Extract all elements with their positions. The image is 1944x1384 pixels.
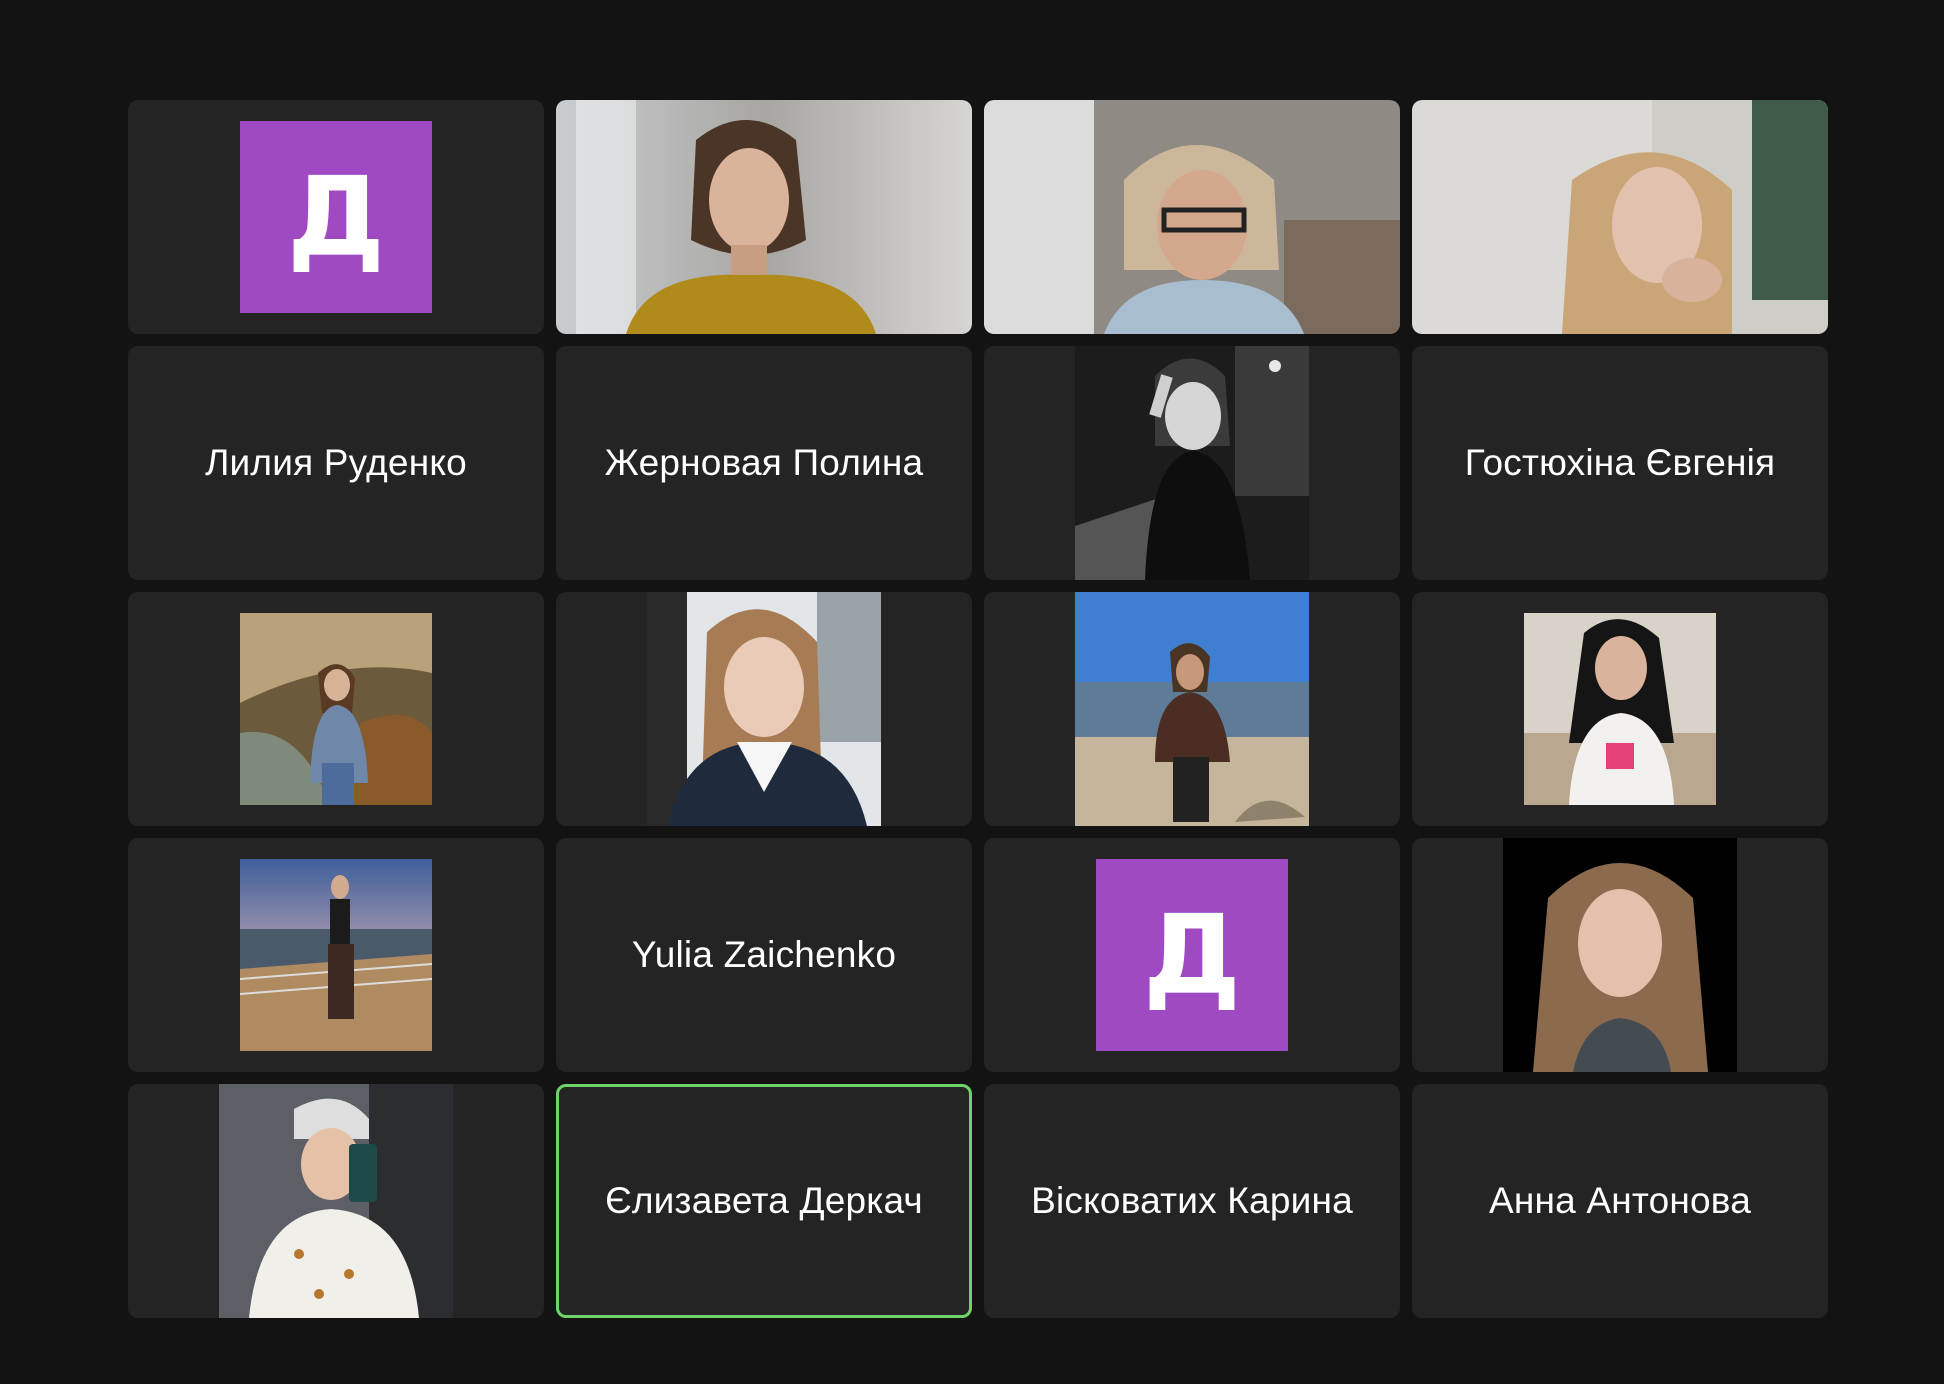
- participant-name: Лилия Руденко: [205, 442, 467, 483]
- participant-video-tile[interactable]: [556, 100, 972, 334]
- participant-tile[interactable]: Гостюхіна Євгенія: [1412, 346, 1828, 580]
- participant-photo: [1524, 613, 1716, 805]
- participant-tile[interactable]: [556, 592, 972, 826]
- participant-photo: [240, 859, 432, 1051]
- participant-tile[interactable]: Д: [128, 100, 544, 334]
- participant-tile[interactable]: Вісковатих Карина: [984, 1084, 1400, 1318]
- participant-name: Вісковатих Карина: [1031, 1180, 1353, 1221]
- participant-name: Єлизавета Деркач: [605, 1180, 923, 1221]
- participant-video-tile[interactable]: [984, 100, 1400, 334]
- participant-name: Yulia Zaichenko: [631, 934, 897, 975]
- initial-avatar: Д: [240, 121, 432, 313]
- participant-tile[interactable]: Анна Антонова: [1412, 1084, 1828, 1318]
- avatar-initial: Д: [287, 153, 385, 281]
- participant-photo: [1075, 346, 1309, 580]
- participant-tile[interactable]: [128, 592, 544, 826]
- participant-tile[interactable]: [1412, 838, 1828, 1072]
- participant-video-tile[interactable]: [1412, 100, 1828, 334]
- participant-name: Гостюхіна Євгенія: [1464, 442, 1776, 483]
- participant-tile[interactable]: Лилия Руденко: [128, 346, 544, 580]
- avatar-initial: Д: [1143, 891, 1241, 1019]
- initial-avatar: Д: [1096, 859, 1288, 1051]
- gallery-grid: Д Лилия Руденко Жерновая Полина Гостюхін…: [128, 100, 1828, 1318]
- participant-tile[interactable]: [128, 1084, 544, 1318]
- participant-tile[interactable]: [1412, 592, 1828, 826]
- participant-photo: [1503, 838, 1737, 1072]
- active-speaker-tile[interactable]: Єлизавета Деркач: [556, 1084, 972, 1318]
- participant-name: Жерновая Полина: [604, 442, 924, 483]
- participant-photo: [1075, 592, 1309, 826]
- participant-tile[interactable]: Yulia Zaichenko: [556, 838, 972, 1072]
- participant-video: [1412, 100, 1828, 334]
- participant-tile[interactable]: [128, 838, 544, 1072]
- participant-name: Анна Антонова: [1488, 1180, 1752, 1221]
- participant-photo: [647, 592, 881, 826]
- participant-video: [984, 100, 1400, 334]
- participant-video: [556, 100, 972, 334]
- participant-photo: [240, 613, 432, 805]
- participant-tile[interactable]: Жерновая Полина: [556, 346, 972, 580]
- participant-tile[interactable]: Д: [984, 838, 1400, 1072]
- participant-photo: [219, 1084, 453, 1318]
- participant-tile[interactable]: [984, 592, 1400, 826]
- participant-tile[interactable]: [984, 346, 1400, 580]
